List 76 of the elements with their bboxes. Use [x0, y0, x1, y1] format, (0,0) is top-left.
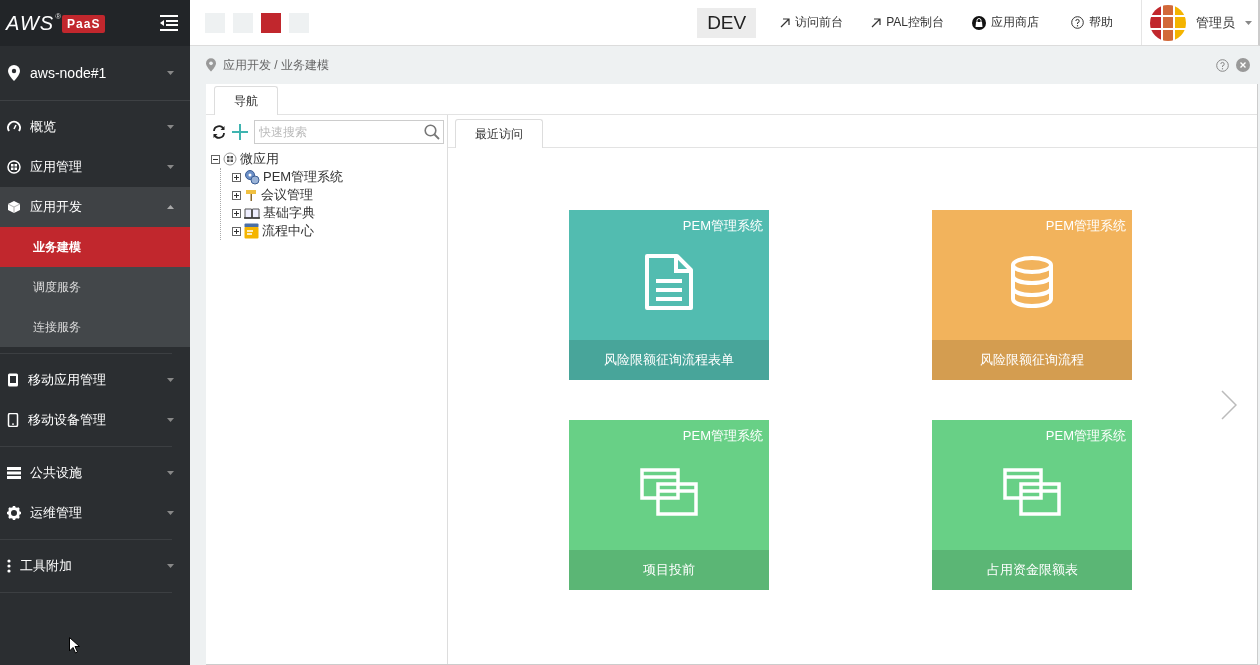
help-icon[interactable]: [1216, 58, 1229, 72]
grid-circle-icon: [7, 160, 21, 174]
node-selector[interactable]: aws-node#1: [30, 65, 157, 81]
grid-circle-icon: [223, 152, 237, 166]
stacked-windows-icon: [1003, 467, 1061, 516]
logo-text: AWS: [6, 11, 55, 35]
database-icon: [1010, 255, 1054, 308]
header-link[interactable]: PAL控制台: [857, 0, 958, 45]
header-link[interactable]: 帮助: [1053, 0, 1141, 45]
header-link[interactable]: 应用商店: [958, 0, 1053, 45]
menu-item[interactable]: 应用开发: [0, 187, 190, 227]
caret-down-icon: [167, 418, 174, 422]
expand-icon[interactable]: [232, 226, 241, 236]
document-icon: [644, 252, 694, 311]
shopping-bag-icon: [972, 15, 986, 30]
external-link-arrow-icon: [780, 17, 791, 28]
refresh-icon[interactable]: [212, 125, 226, 139]
caret-down-icon: [167, 125, 174, 129]
tablet-icon: [7, 373, 19, 387]
submenu-item[interactable]: 业务建模: [0, 227, 190, 267]
tree-node-label[interactable]: 基础字典: [263, 204, 315, 222]
form-icon: [244, 223, 259, 239]
tree-node-label[interactable]: 流程中心: [262, 222, 314, 240]
caret-up-icon: [167, 205, 174, 209]
search-field[interactable]: 快速搜索: [254, 120, 444, 144]
product-badge: PaaS: [62, 15, 106, 33]
theme-swatch[interactable]: [261, 12, 281, 33]
submenu-item[interactable]: 调度服务: [0, 267, 190, 307]
menu-item[interactable]: 应用管理: [0, 147, 190, 187]
settings-icon: [7, 506, 21, 520]
header-link[interactable]: 访问前台: [766, 0, 858, 45]
gauge-icon: [7, 120, 21, 134]
tree-node-label[interactable]: PEM管理系统: [263, 168, 344, 186]
registered-mark: ®: [55, 12, 62, 21]
caret-down-icon: [167, 71, 174, 75]
environment-badge: DEV: [697, 7, 757, 38]
close-icon[interactable]: [1236, 58, 1250, 72]
signpost-icon: [244, 188, 258, 202]
caret-down-icon: [167, 564, 174, 568]
expand-icon[interactable]: [232, 208, 241, 218]
submenu-item[interactable]: 连接服务: [0, 307, 190, 347]
mouse-cursor-icon: [69, 637, 80, 654]
cube-icon: [7, 200, 21, 214]
caret-down-icon: [167, 165, 174, 169]
collapse-menu-icon[interactable]: [160, 15, 178, 31]
stacked-windows-icon: [640, 467, 698, 516]
external-link-arrow-icon: [871, 17, 882, 28]
gears-icon: [244, 169, 260, 185]
list-icon: [7, 467, 21, 479]
user-name[interactable]: 管理员: [1196, 13, 1235, 32]
caret-down-icon: [167, 511, 174, 515]
more-vertical-icon: [7, 559, 11, 573]
menu-item[interactable]: 概览: [0, 107, 190, 147]
menu-item[interactable]: 工具附加: [0, 546, 190, 586]
menu-item[interactable]: 运维管理: [0, 493, 190, 533]
expand-icon[interactable]: [232, 172, 241, 182]
tab[interactable]: 导航: [214, 86, 278, 115]
caret-down-icon: [167, 471, 174, 475]
tab[interactable]: 最近访问: [455, 119, 543, 148]
help-icon: [1071, 16, 1084, 29]
expand-icon[interactable]: [232, 190, 241, 200]
caret-down-icon: [1245, 20, 1252, 25]
location-pin-icon: [8, 65, 20, 81]
menu-item[interactable]: 移动设备管理: [0, 400, 190, 440]
menu-item[interactable]: 公共设施: [0, 453, 190, 493]
collapse-icon[interactable]: [211, 154, 220, 164]
phone-icon: [7, 413, 19, 427]
user-avatar-logo: [1150, 4, 1186, 41]
caret-down-icon: [167, 378, 174, 382]
menu-item[interactable]: 移动应用管理: [0, 360, 190, 400]
tree-node-label[interactable]: 微应用: [240, 150, 279, 168]
tree-node-label[interactable]: 会议管理: [261, 186, 313, 204]
location-pin-icon: [206, 58, 216, 72]
breadcrumb: 应用开发 / 业务建模: [223, 56, 330, 74]
open-book-icon: [244, 207, 260, 219]
search-icon: [424, 124, 440, 140]
